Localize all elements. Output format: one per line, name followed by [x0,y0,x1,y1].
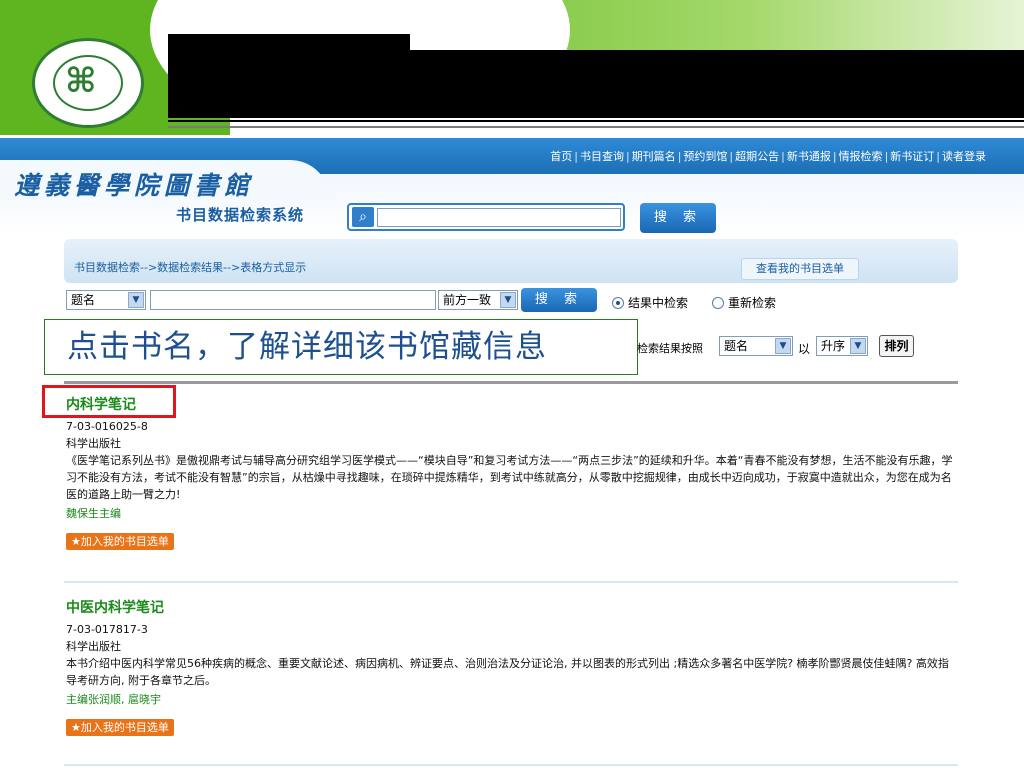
radio-new-search-label: 重新检索 [728,296,777,310]
title-underline-gray [168,126,1024,128]
radio-search-in-results[interactable]: 结果中检索 [612,294,688,311]
nav-order[interactable]: 新书证订 [890,150,934,163]
result-author: 主编张润顺, 扈晓宇 [66,693,161,706]
nav-info-search[interactable]: 情报检索 [839,150,883,163]
slide: ⌘ 首页 | 书目查询 | 期刊篇名 | 预约到馆 | 超期公告 | 新书通报 | 情报检索 | 新书证订 |… [0,0,1024,768]
radio-selected-icon [612,297,624,309]
sort-order-select[interactable]: 升序 ▼ [816,336,868,356]
result-divider [64,764,958,766]
radio-search-in-results-label: 结果中检索 [628,296,689,310]
add-to-list-button[interactable]: ★加入我的书目选单 [66,533,174,550]
chevron-down-icon: ▼ [850,338,866,354]
nav-reserve[interactable]: 预约到馆 [683,150,727,163]
nav-home[interactable]: 首页 [550,150,572,163]
nav-login[interactable]: 读者登录 [942,150,986,163]
result-divider [64,581,958,583]
chevron-down-icon: ▼ [500,292,516,308]
result-publisher: 科学出版社 [66,437,121,450]
slide-header: ⌘ [0,0,1024,140]
match-mode-value: 前方一致 [443,293,492,307]
field-select-value: 题名 [71,293,96,307]
nav-catalog[interactable]: 书目查询 [580,150,624,163]
sort-field-value: 题名 [724,339,749,353]
field-select[interactable]: 题名 ▼ [66,290,146,310]
system-subtitle: 书目数据检索系统 [176,206,305,224]
top-nav-links: 首页 | 书目查询 | 期刊篇名 | 预约到馆 | 超期公告 | 新书通报 | 情报检索 | 新书证订 | 读者… [550,150,986,163]
result-publisher: 科学出版社 [66,640,121,653]
result-title-link[interactable]: 内科学笔记 [66,394,956,414]
title-highlight-box [42,385,176,418]
search-button[interactable]: 搜 索 [521,288,597,312]
result-isbn: 7-03-017817-3 [66,623,148,636]
logo-mark: ⌘ [65,61,97,101]
add-to-list-button[interactable]: ★加入我的书目选单 [66,719,174,736]
black-title-band [168,50,1024,118]
result-author: 魏保生主编 [66,507,121,520]
sort-order-value: 升序 [821,339,846,353]
result-isbn: 7-03-016025-8 [66,420,148,433]
keyword-input[interactable] [150,290,436,310]
view-my-list-button[interactable]: 查看我的书目选单 [741,258,859,280]
sort-button[interactable]: 排列 [879,335,914,357]
result-title-link[interactable]: 中医内科学笔记 [66,597,956,617]
instruction-callout: 点击书名，了解详细该书馆藏信息 [44,319,638,375]
result-item: 中医内科学笔记 7-03-017817-3 科学出版社 本书介绍中医内科学常见5… [66,597,956,736]
college-logo-icon: ⌘ [32,38,144,128]
radio-unselected-icon [712,297,724,309]
breadcrumb: 书目数据检索-->数据检索结果-->表格方式显示 [74,261,307,274]
radio-new-search[interactable]: 重新检索 [712,294,776,311]
nav-overdue[interactable]: 超期公告 [735,150,779,163]
top-search-input[interactable] [377,208,621,227]
results-divider [64,381,958,384]
result-abstract: 本书介绍中医内科学常见56种疾病的概念、重要文献论述、病因病机、辨证要点、治则治… [66,657,949,687]
match-mode-select[interactable]: 前方一致 ▼ [438,290,518,310]
top-search-box: ⌕ [347,203,625,231]
library-name: 遵義醫學院圖書館 [14,171,255,200]
title-underline [168,120,1024,122]
search-icon: ⌕ [352,207,374,227]
sort-field-select[interactable]: 题名 ▼ [719,336,793,356]
chevron-down-icon: ▼ [775,338,791,354]
sort-by-label: 以 [798,342,811,356]
nav-journal[interactable]: 期刊篇名 [632,150,676,163]
result-abstract: 《医学笔记系列丛书》是傲视鼎考试与辅导高分研究组学习医学模式——“模块自导”和复… [66,454,953,501]
chevron-down-icon: ▼ [128,292,144,308]
nav-new-books[interactable]: 新书通报 [787,150,831,163]
result-item: 内科学笔记 7-03-016025-8 科学出版社 《医学笔记系列丛书》是傲视鼎… [66,394,956,550]
top-search-button[interactable]: 搜 索 [640,203,716,233]
sort-label: 检索结果按照 [637,342,703,355]
